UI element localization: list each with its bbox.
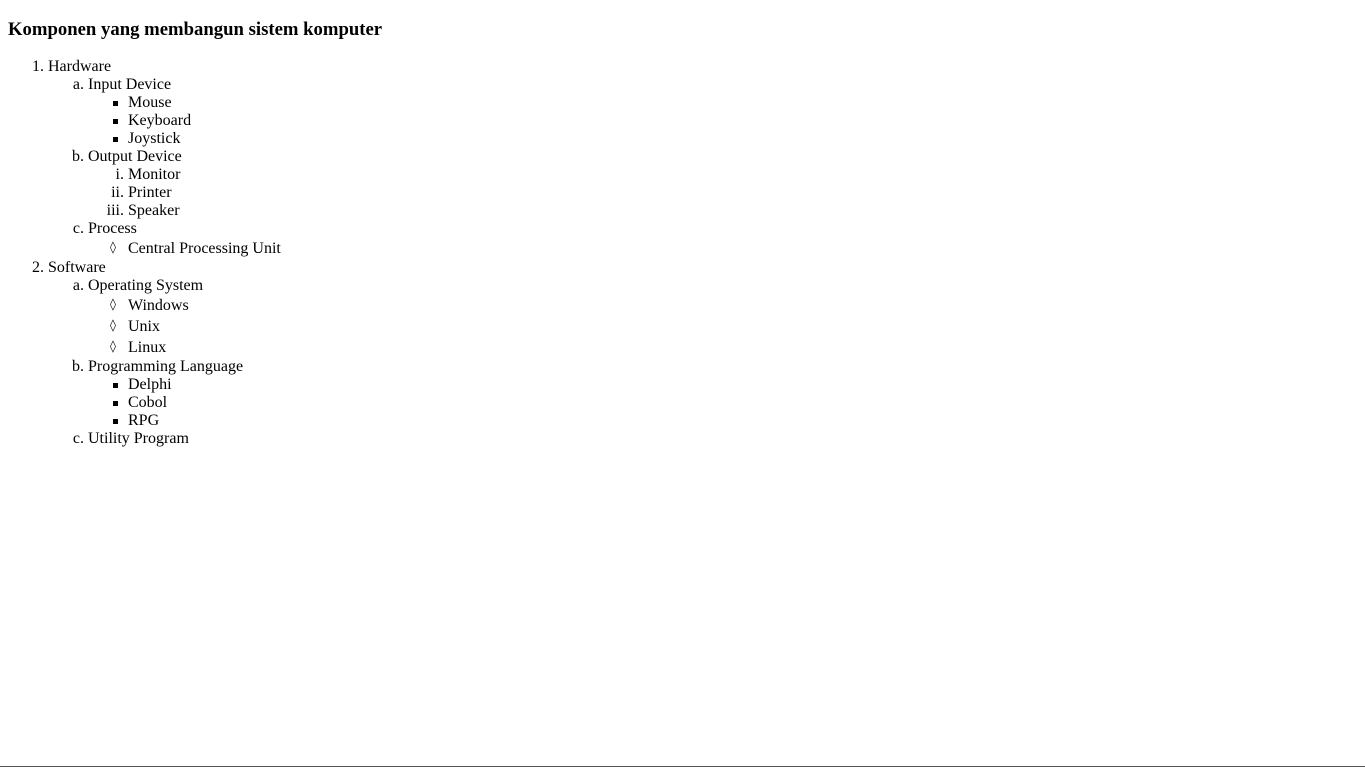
sublist-software: a. Operating System ◊ Windows ◊ Unix ◊ L…: [48, 277, 1357, 448]
list-item-label: Speaker: [128, 202, 180, 219]
list-item-label: Delphi: [128, 376, 172, 393]
square-bullet-icon: [113, 419, 118, 424]
list-marker: a.: [72, 76, 84, 93]
list-marker: b.: [72, 148, 84, 165]
list-item-label: Printer: [128, 184, 172, 201]
diamond-bullet-icon: ◊: [110, 297, 116, 311]
list-item-printer: ii. Printer: [88, 184, 1357, 202]
list-marker: 1.: [32, 58, 44, 75]
list-item-label: RPG: [128, 412, 160, 429]
list-item-speaker: iii. Speaker: [88, 202, 1357, 220]
list-item-cpu: ◊ Central Processing Unit: [88, 238, 1357, 259]
square-bullet-icon: [113, 383, 118, 388]
list-item-label: Linux: [128, 339, 167, 356]
diamond-bullet-icon: ◊: [110, 318, 116, 332]
list-item-label: Output Device: [88, 148, 182, 165]
list-item-label: Keyboard: [128, 112, 192, 129]
list-item-label: Cobol: [128, 394, 168, 411]
list-item-output-device: b. Output Device i. Monitor ii. Printer …: [48, 148, 1357, 220]
list-item-hardware: 1. Hardware a. Input Device Mouse Keyboa…: [8, 58, 1357, 259]
diamond-bullet-icon: ◊: [110, 339, 116, 353]
list-marker: b.: [72, 358, 84, 375]
list-item-label: Central Processing Unit: [128, 240, 281, 257]
list-marker: i.: [115, 166, 124, 183]
list-item-cobol: Cobol: [88, 394, 1357, 412]
list-item-label: Utility Program: [88, 430, 189, 447]
list-item-programming-language: b. Programming Language Delphi Cobol RPG: [48, 358, 1357, 430]
sublist-input-device: Mouse Keyboard Joystick: [88, 94, 1357, 148]
list-item-label: Programming Language: [88, 358, 244, 375]
list-item-software: 2. Software a. Operating System ◊ Window…: [8, 259, 1357, 448]
list-marker: c.: [72, 220, 84, 237]
list-item-label: Process: [88, 220, 137, 237]
list-item-monitor: i. Monitor: [88, 166, 1357, 184]
list-item-label: Joystick: [128, 130, 181, 147]
page: Komponen yang membangun sistem komputer …: [0, 0, 1365, 767]
square-bullet-icon: [113, 119, 118, 124]
diamond-bullet-icon: ◊: [110, 240, 116, 254]
list-item-label: Monitor: [128, 166, 181, 183]
list-item-input-device: a. Input Device Mouse Keyboard Joystick: [48, 76, 1357, 148]
sublist-output-device: i. Monitor ii. Printer iii. Speaker: [88, 166, 1357, 220]
list-marker: ii.: [111, 184, 124, 201]
sublist-process: ◊ Central Processing Unit: [88, 238, 1357, 259]
list-marker: iii.: [106, 202, 124, 219]
list-item-label: Mouse: [128, 94, 172, 111]
list-item-keyboard: Keyboard: [88, 112, 1357, 130]
list-item-joystick: Joystick: [88, 130, 1357, 148]
list-item-mouse: Mouse: [88, 94, 1357, 112]
page-title: Komponen yang membangun sistem komputer: [8, 19, 383, 40]
list-item-label: Windows: [128, 297, 189, 314]
list-item-rpg: RPG: [88, 412, 1357, 430]
list-item-utility-program: c. Utility Program: [48, 430, 1357, 448]
square-bullet-icon: [113, 401, 118, 406]
list-marker: c.: [72, 430, 84, 447]
sublist-hardware: a. Input Device Mouse Keyboard Joystick …: [48, 76, 1357, 259]
component-list: 1. Hardware a. Input Device Mouse Keyboa…: [8, 58, 1357, 448]
list-item-windows: ◊ Windows: [88, 295, 1357, 316]
list-item-label: Software: [48, 259, 106, 276]
list-item-unix: ◊ Unix: [88, 316, 1357, 337]
list-item-label: Operating System: [88, 277, 204, 294]
list-item-delphi: Delphi: [88, 376, 1357, 394]
sublist-programming-language: Delphi Cobol RPG: [88, 376, 1357, 430]
list-item-process: c. Process ◊ Central Processing Unit: [48, 220, 1357, 259]
list-marker: 2.: [32, 259, 44, 276]
list-item-label: Unix: [128, 318, 160, 335]
list-item-linux: ◊ Linux: [88, 337, 1357, 358]
list-item-label: Hardware: [48, 58, 112, 75]
square-bullet-icon: [113, 137, 118, 142]
square-bullet-icon: [113, 101, 118, 106]
sublist-operating-system: ◊ Windows ◊ Unix ◊ Linux: [88, 295, 1357, 358]
list-marker: a.: [72, 277, 84, 294]
list-item-operating-system: a. Operating System ◊ Windows ◊ Unix ◊ L…: [48, 277, 1357, 358]
list-item-label: Input Device: [88, 76, 172, 93]
